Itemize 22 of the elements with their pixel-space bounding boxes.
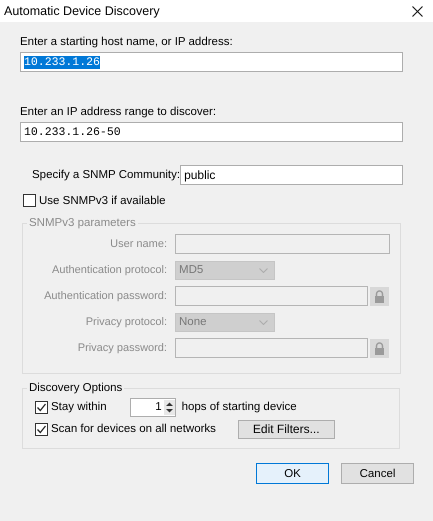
edit-filters-button[interactable]: Edit Filters... (238, 420, 335, 438)
checkbox-label: Stay within (51, 401, 107, 413)
field-label: Authentication password: (43, 290, 167, 302)
group-title: Discovery Options (28, 382, 124, 394)
field-label: Privacy password: (76, 342, 167, 354)
cancel-button[interactable]: Cancel (341, 463, 414, 484)
field-label: Enter a starting host name, or IP address: (20, 36, 233, 48)
community-field[interactable]: public (180, 165, 403, 185)
window-title: Automatic Device Discovery (4, 4, 160, 18)
field-label: Authentication protocol: (51, 264, 167, 276)
field-label: Enter an IP address range to discover: (20, 106, 216, 118)
checkbox-label: Use SNMPv3 if available (39, 194, 166, 206)
range-field[interactable]: 10.233.1.26-50 (20, 122, 403, 142)
field-label: User name: (109, 238, 167, 250)
field-label: Privacy protocol: (84, 316, 167, 328)
field-label: hops of starting device (182, 401, 297, 413)
checkbox-label: Scan for devices on all networks (51, 423, 216, 435)
host-field[interactable]: 10.233.1.26 (20, 52, 403, 72)
group-title: SNMPv3 parameters (28, 217, 137, 229)
ok-button[interactable]: OK (256, 463, 329, 484)
field-label: Specify a SNMP Community: (32, 169, 180, 181)
hops-spinner[interactable]: 1 (130, 398, 176, 416)
